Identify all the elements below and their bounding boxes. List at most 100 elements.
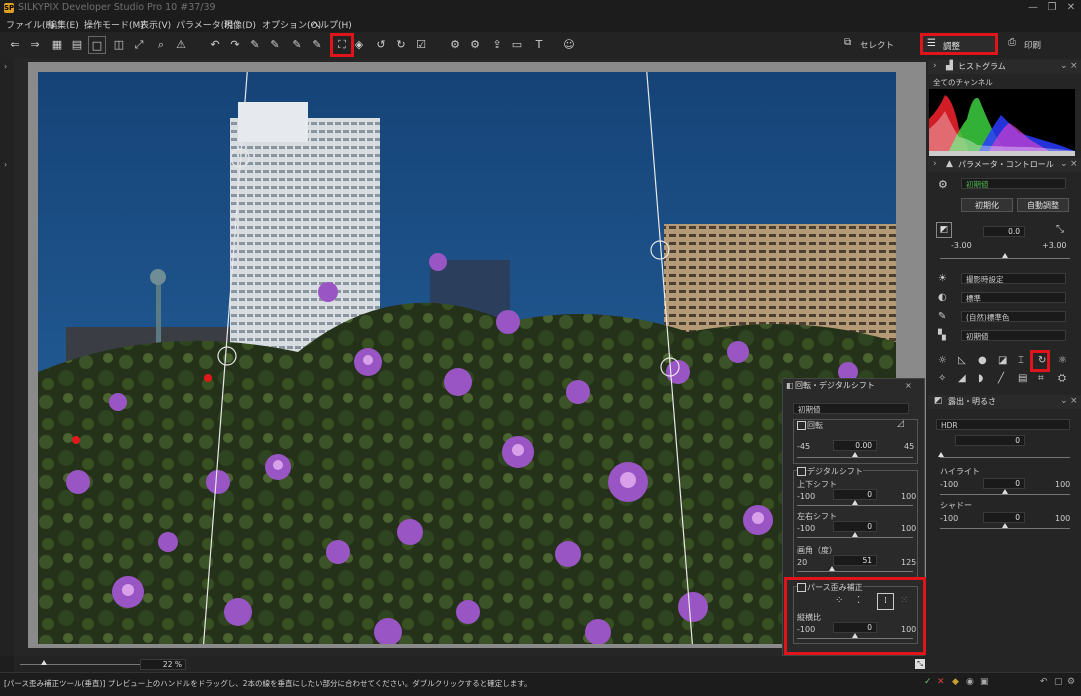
compare-icon[interactable]: ◫: [110, 36, 128, 54]
vshift-slider-knob[interactable]: [852, 500, 858, 505]
sun-tool-icon[interactable]: ☼: [938, 355, 947, 366]
eyedropper-skin-icon[interactable]: ✎: [308, 36, 326, 54]
mode-print-button[interactable]: ⎙ 印刷: [1004, 35, 1074, 55]
perspective-vertical-icon[interactable]: ⁞: [877, 593, 894, 610]
status-settings-icon[interactable]: ⚙: [1067, 677, 1075, 687]
histogram-channel-select[interactable]: 全てのチャンネル: [929, 77, 1077, 88]
hdr-slider-track[interactable]: [940, 457, 1070, 458]
menu-view[interactable]: 表示(V): [140, 18, 171, 31]
hshift-value[interactable]: 0: [833, 521, 877, 532]
menu-file[interactable]: ファイル(F): [6, 18, 54, 31]
undo-icon[interactable]: ↶: [206, 36, 224, 54]
color-wheel-tool-icon[interactable]: ⚛: [1058, 355, 1067, 366]
exposure-slider-knob[interactable]: [1002, 253, 1008, 258]
single-view-icon[interactable]: □: [88, 36, 106, 54]
arrow-left-icon[interactable]: ⇐: [6, 36, 24, 54]
exposure-icon[interactable]: ◩: [936, 222, 952, 238]
layers-tool-icon[interactable]: ▤: [1018, 373, 1027, 384]
rotate-right-icon[interactable]: ↻: [392, 36, 410, 54]
status-develop-icon[interactable]: ▣: [980, 677, 989, 687]
zoom-icon[interactable]: ⌕: [152, 36, 170, 54]
highlight-value[interactable]: 0: [983, 478, 1025, 489]
grid-icon[interactable]: ▦: [48, 36, 66, 54]
shadow-slider-knob[interactable]: [1002, 523, 1008, 528]
rotate-slider-knob[interactable]: [852, 452, 858, 457]
develop-icon[interactable]: ⚙: [446, 36, 464, 54]
checkbox-icon[interactable]: ☑: [412, 36, 430, 54]
perspective-free-icon[interactable]: ⁙: [900, 595, 908, 606]
display-icon[interactable]: ▭: [508, 36, 526, 54]
histogram-range-bar[interactable]: [929, 151, 1075, 156]
rotate-slider-track[interactable]: [797, 457, 913, 458]
partial-correction-tool-icon[interactable]: ⛭: [1058, 373, 1066, 384]
perspective-horizontal-icon[interactable]: ⁚: [857, 595, 860, 606]
digital-shift-checkbox[interactable]: [797, 467, 806, 476]
auto-adjust-button[interactable]: 自動調整: [1017, 198, 1069, 212]
minimize-button[interactable]: —: [1024, 1, 1042, 15]
photo-preview[interactable]: [38, 72, 896, 644]
aspect-value[interactable]: 0: [833, 622, 877, 633]
exposure-panel-collapse-icon[interactable]: ⌄: [1060, 396, 1068, 406]
hdr-slider-knob[interactable]: [938, 452, 944, 457]
batch-develop-icon[interactable]: ⚙: [466, 36, 484, 54]
hshift-slider-knob[interactable]: [852, 532, 858, 537]
hshift-slider-track[interactable]: [797, 537, 913, 538]
fov-slider-knob[interactable]: [829, 566, 835, 571]
param-preset-dropdown[interactable]: 初期値: [961, 178, 1066, 189]
histogram-collapse-icon[interactable]: ⌄: [1060, 61, 1068, 71]
exposure-panel-close-icon[interactable]: ×: [1070, 396, 1078, 406]
fish-tool-icon[interactable]: ◗: [978, 373, 983, 384]
vshift-value[interactable]: 0: [833, 489, 877, 500]
aspect-slider-track[interactable]: [797, 638, 913, 639]
mode-adjust-button[interactable]: ☰ 調整: [920, 33, 998, 55]
export-icon[interactable]: ⇪: [488, 36, 506, 54]
status-clip-icon[interactable]: ▢: [1054, 677, 1063, 687]
shadow-value[interactable]: 0: [983, 512, 1025, 523]
menu-help[interactable]: ヘルプ(H): [311, 18, 352, 31]
user-search-icon[interactable]: ☺: [560, 36, 578, 54]
navigator-icon[interactable]: ⤡: [915, 659, 925, 669]
param-close-icon[interactable]: ×: [1070, 159, 1078, 169]
rotate-preset-dropdown[interactable]: 初期値: [793, 403, 909, 414]
exposure-value[interactable]: 0.0: [983, 226, 1025, 237]
zoom-field[interactable]: 22 %: [140, 659, 186, 670]
hdr-mode-dropdown[interactable]: HDR: [936, 419, 1070, 430]
text-icon[interactable]: T: [530, 36, 548, 54]
arrow-right-icon[interactable]: ⇒: [26, 36, 44, 54]
crop-tool-icon[interactable]: ⌗: [1038, 373, 1044, 384]
noise-tool-icon[interactable]: ◪: [998, 355, 1007, 366]
fov-slider-track[interactable]: [797, 571, 913, 572]
list-icon[interactable]: ▤: [68, 36, 86, 54]
color-dropdown[interactable]: (自然)標準色: [961, 311, 1066, 322]
perspective-4point-icon[interactable]: ⁘: [835, 595, 843, 606]
status-tag-icon[interactable]: ◆: [952, 677, 959, 687]
tone-dropdown[interactable]: 標準: [961, 292, 1066, 303]
param-collapse-icon[interactable]: ⌄: [1060, 159, 1068, 169]
eyedropper-gray-icon[interactable]: ✎: [288, 36, 306, 54]
status-rgb-icon[interactable]: ◉: [966, 677, 974, 687]
triangle-tool-icon[interactable]: ◢: [958, 373, 966, 384]
fov-value[interactable]: 51: [833, 555, 877, 566]
status-undo-icon[interactable]: ↶: [1040, 677, 1048, 687]
maximize-button[interactable]: ❐: [1043, 1, 1061, 15]
histogram-expand-icon[interactable]: ›: [933, 61, 937, 71]
zoom-slider-knob[interactable]: [41, 660, 47, 665]
histogram-close-icon[interactable]: ×: [1070, 61, 1078, 71]
rotate-value[interactable]: 0.00: [833, 440, 877, 451]
sphere-tool-icon[interactable]: ●: [978, 355, 987, 366]
param-expand-icon[interactable]: ›: [933, 159, 937, 169]
rotate-checkbox[interactable]: [797, 421, 806, 430]
curve-tool-icon[interactable]: ◺: [958, 355, 966, 366]
hdr-value[interactable]: 0: [955, 435, 1025, 446]
expand-filmstrip-icon[interactable]: ›: [4, 160, 7, 169]
brush-tool-icon[interactable]: ╱: [998, 373, 1004, 384]
menu-edit[interactable]: 編集(E): [48, 18, 79, 31]
left-collapse-strip[interactable]: [0, 58, 14, 656]
warning-icon[interactable]: ⚠: [172, 36, 190, 54]
exposure-slider-track[interactable]: [940, 258, 1070, 259]
dust-tool-icon[interactable]: ✧: [938, 373, 946, 384]
settings-gear-icon[interactable]: ⚙: [938, 178, 948, 191]
sharpness-dropdown[interactable]: 初期値: [961, 330, 1066, 341]
exposure-auto-icon[interactable]: ⤡: [1056, 224, 1064, 235]
shadow-slider-track[interactable]: [940, 528, 1070, 529]
